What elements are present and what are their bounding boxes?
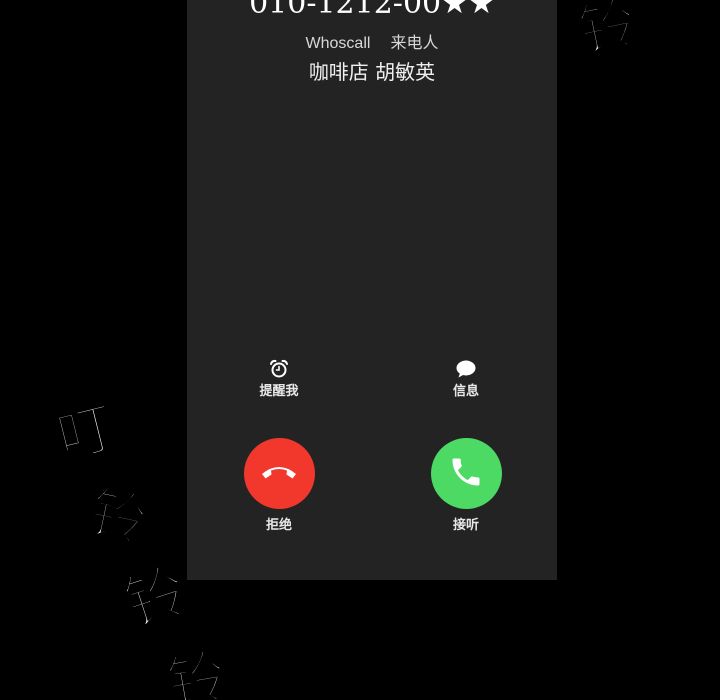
ring-sound-effect: 铃: [83, 479, 153, 556]
ring-sound-effect: 铃: [116, 554, 197, 641]
accept-action: 接听: [416, 438, 516, 534]
ring-sound-effect: 铃: [573, 0, 643, 66]
speech-bubble-icon: [455, 359, 477, 379]
phone-hangup-icon: [259, 462, 299, 486]
remind-me-button[interactable]: 提醒我: [229, 359, 329, 400]
caller-source-line: Whoscall 来电人: [187, 34, 557, 54]
caller-number: 010-1212-00★★: [249, 0, 495, 21]
remind-me-label: 提醒我: [259, 384, 299, 399]
alarm-clock-icon: [268, 359, 290, 379]
decline-label: 拒绝: [265, 518, 292, 533]
incoming-call-screen: 010-1212-00★★ Whoscall 来电人 咖啡店 胡敏英 提醒我 信息: [187, 0, 557, 580]
decline-action: 拒绝: [229, 438, 329, 534]
decline-button[interactable]: [243, 438, 315, 509]
accept-button[interactable]: [430, 438, 502, 509]
ring-sound-effect: 铃: [162, 640, 233, 700]
message-button[interactable]: 信息: [416, 359, 516, 400]
call-status: 来电人: [390, 35, 439, 52]
caller-name: 咖啡店 胡敏英: [308, 60, 436, 84]
app-name: Whoscall: [305, 35, 371, 52]
phone-icon: [448, 454, 484, 494]
ding-sound-effect: 叮: [50, 394, 122, 473]
message-label: 信息: [452, 384, 479, 399]
accept-label: 接听: [452, 518, 479, 533]
